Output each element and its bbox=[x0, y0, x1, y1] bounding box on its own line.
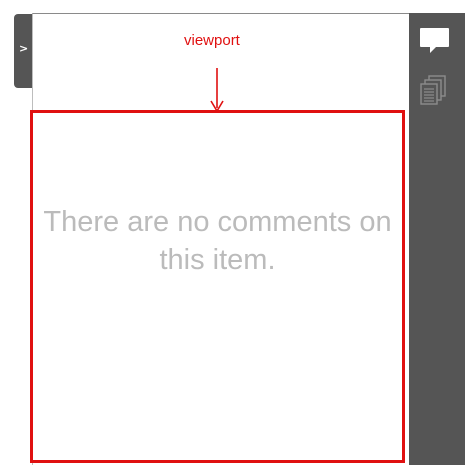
comments-tool-button[interactable] bbox=[417, 25, 451, 59]
right-toolbar bbox=[409, 13, 465, 465]
comment-bubble-icon bbox=[420, 28, 449, 53]
viewport-highlight bbox=[30, 110, 405, 463]
collapse-chevron-icon: > bbox=[19, 42, 29, 55]
viewport-annotation-label: viewport bbox=[184, 32, 240, 49]
pages-stack-icon bbox=[420, 75, 446, 105]
empty-comments-message: There are no comments on this item. bbox=[43, 206, 392, 276]
down-arrow-icon bbox=[210, 68, 224, 112]
collapse-panel-button[interactable]: > bbox=[14, 14, 33, 88]
pages-tool-button[interactable] bbox=[417, 73, 451, 107]
comments-pane: > viewport There are no comments on this… bbox=[0, 0, 465, 465]
